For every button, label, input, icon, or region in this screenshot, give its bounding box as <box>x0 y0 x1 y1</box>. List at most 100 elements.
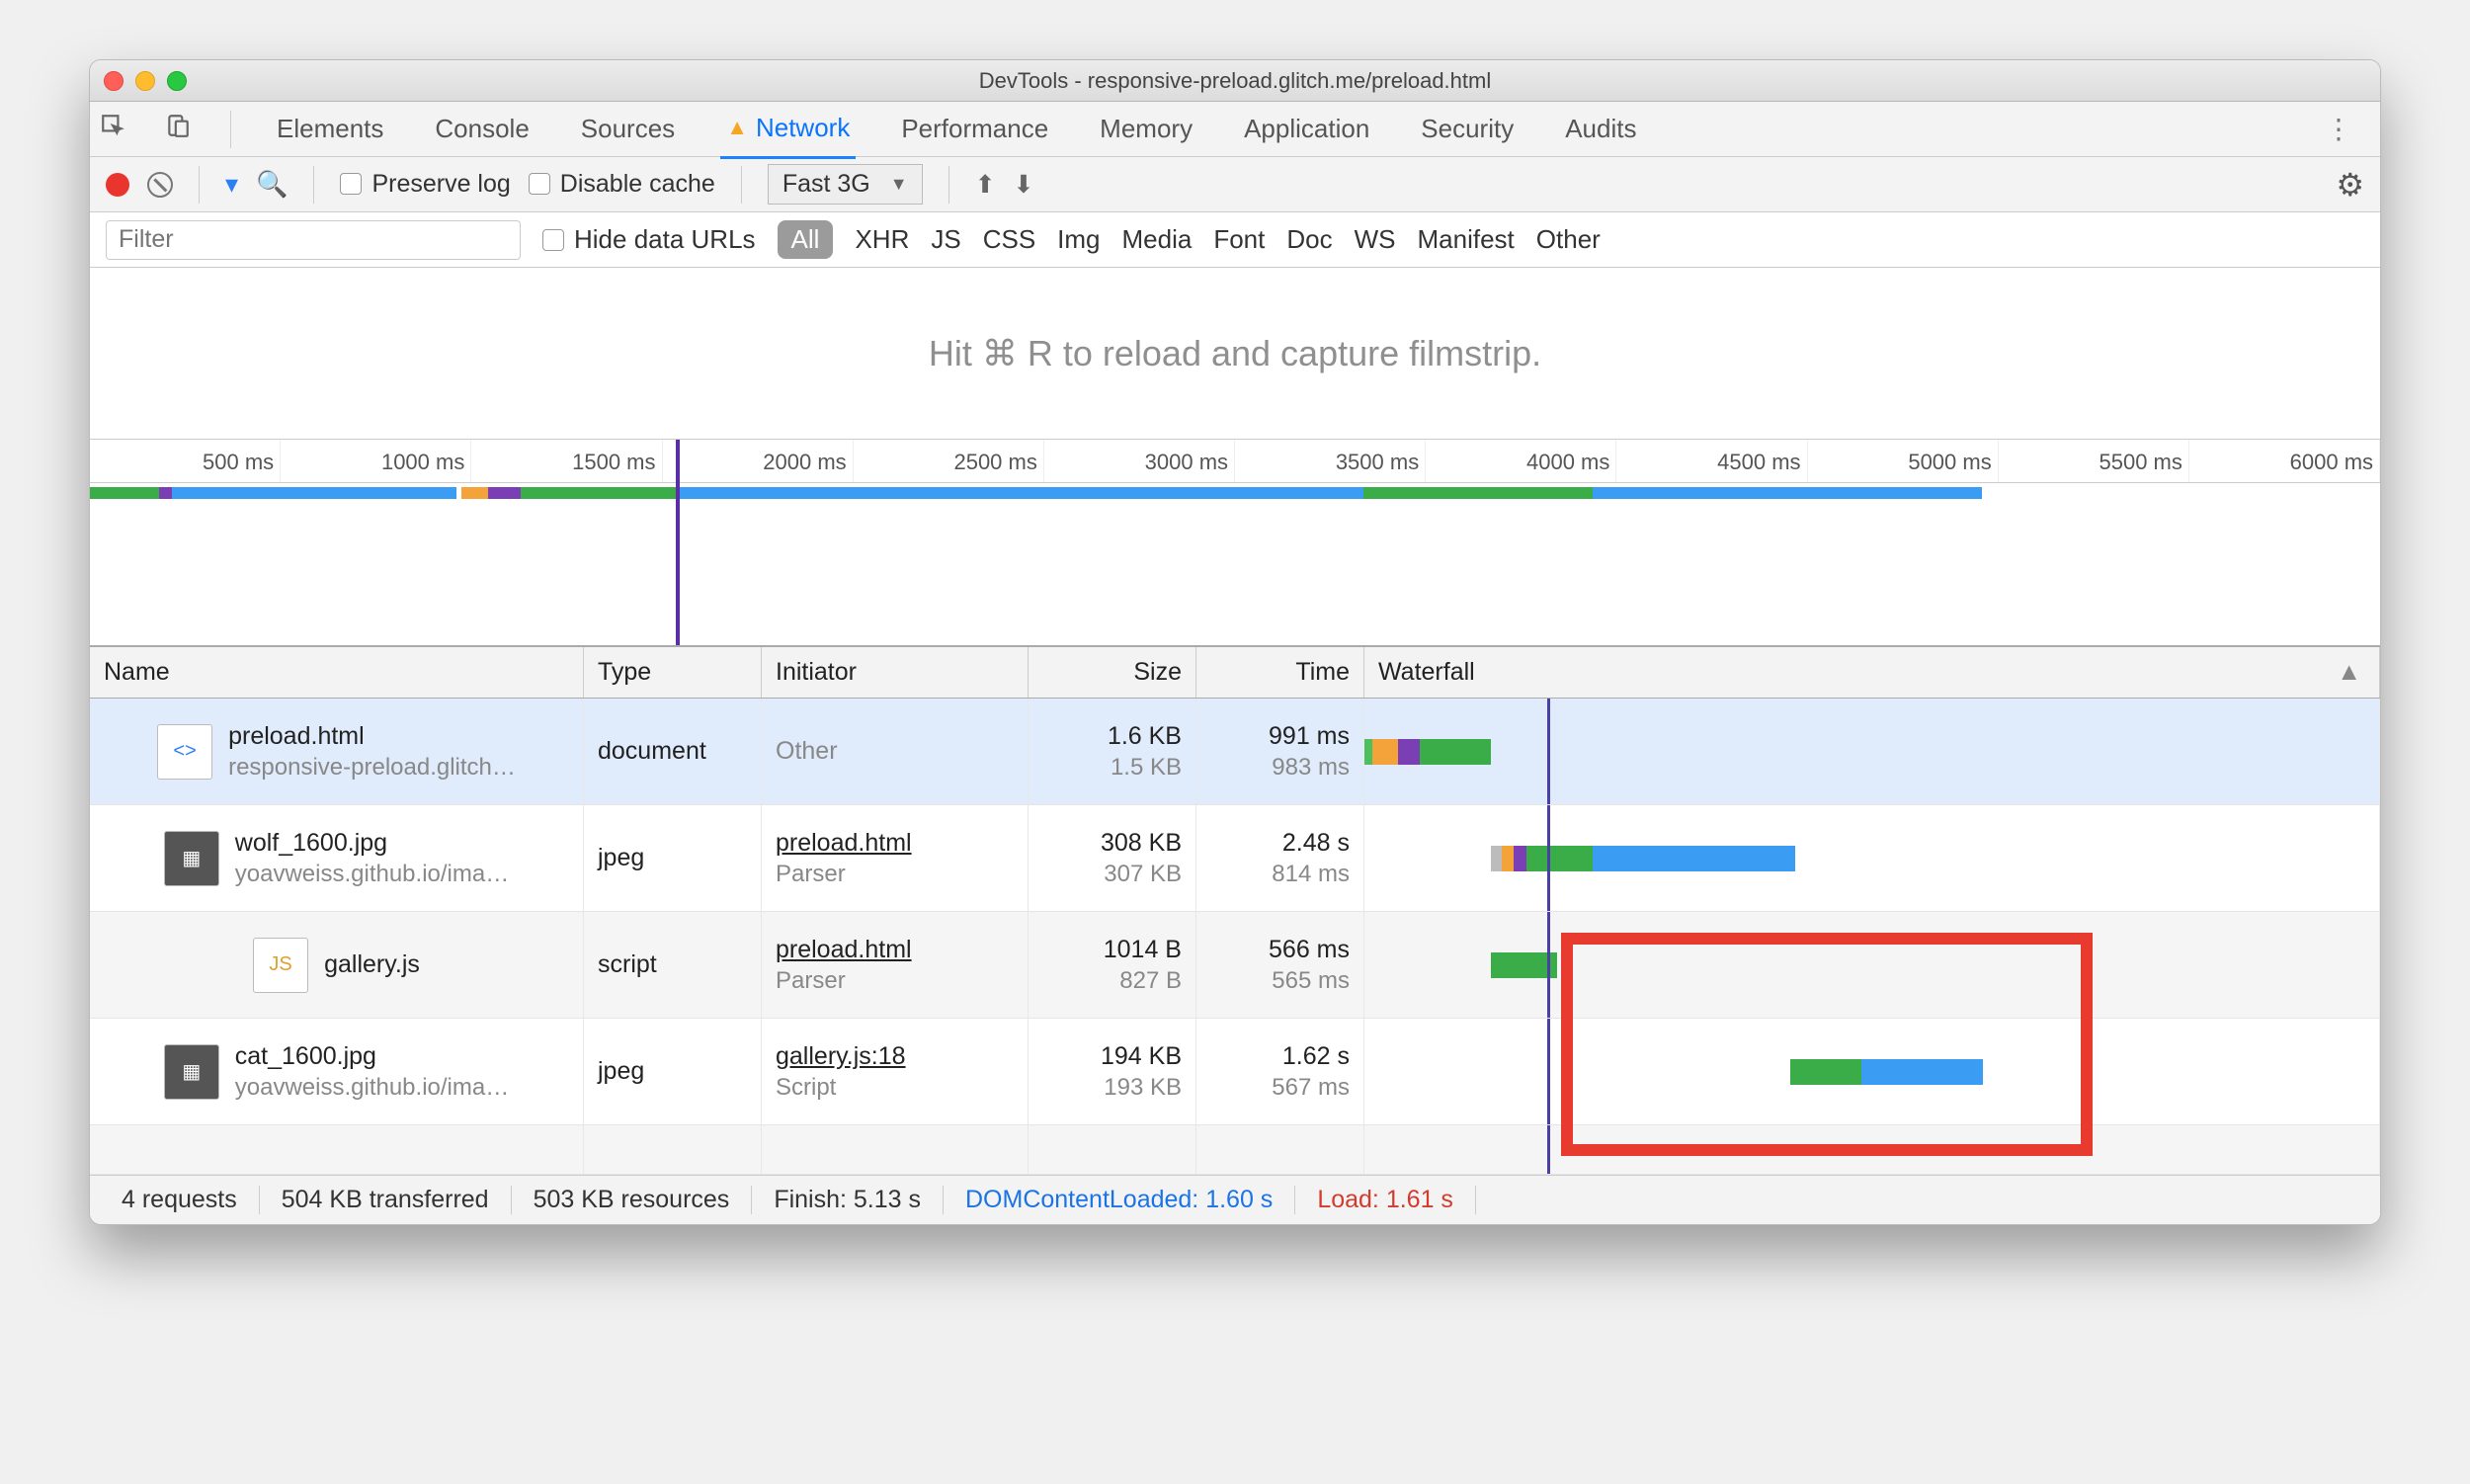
cell-name: <> preload.htmlresponsive-preload.glitch… <box>90 699 584 804</box>
upload-har-icon[interactable]: ⬆ <box>975 170 996 200</box>
checkbox-icon <box>529 173 550 195</box>
overview-bars <box>90 487 2380 503</box>
cell-waterfall <box>1364 699 2380 804</box>
filter-type-all[interactable]: All <box>778 220 834 259</box>
status-requests: 4 requests <box>100 1186 260 1214</box>
cell-waterfall <box>1364 1019 2380 1124</box>
timeline-overview[interactable]: 500 ms 1000 ms 1500 ms 2000 ms 2500 ms 3… <box>90 440 2380 647</box>
waterfall-segment <box>1526 846 1593 871</box>
tab-sources[interactable]: Sources <box>575 104 681 154</box>
filter-type-css[interactable]: CSS <box>983 224 1035 255</box>
tab-memory[interactable]: Memory <box>1094 104 1198 154</box>
cell-initiator: preload.htmlParser <box>762 912 1029 1018</box>
table-row[interactable]: ▦ wolf_1600.jpgyoavweiss.github.io/ima… … <box>90 805 2380 912</box>
column-header-initiator[interactable]: Initiator <box>762 647 1029 698</box>
divider <box>741 166 742 204</box>
load-marker <box>1547 1125 1550 1174</box>
cell-size: 1014 B827 B <box>1029 912 1196 1018</box>
throttling-select[interactable]: Fast 3G▼ <box>768 164 923 205</box>
filter-type-other[interactable]: Other <box>1536 224 1601 255</box>
overview-bar <box>521 487 677 499</box>
devtools-window: DevTools - responsive-preload.glitch.me/… <box>89 59 2381 1225</box>
devtools-tabbar: Elements Console Sources ▲Network Perfor… <box>90 102 2380 157</box>
cell-type: jpeg <box>584 1019 762 1124</box>
filter-input[interactable] <box>106 220 521 260</box>
table-row-empty <box>90 1125 2380 1175</box>
table-row[interactable]: <> preload.htmlresponsive-preload.glitch… <box>90 699 2380 805</box>
cell-initiator: preload.htmlParser <box>762 805 1029 911</box>
minimize-window-button[interactable] <box>135 71 155 91</box>
status-dcl: DOMContentLoaded: 1.60 s <box>944 1186 1295 1214</box>
cell-time: 2.48 s814 ms <box>1196 805 1364 911</box>
overview-bar <box>488 487 520 499</box>
close-window-button[interactable] <box>104 71 124 91</box>
load-marker <box>1547 699 1550 804</box>
waterfall-segment <box>1790 1059 1861 1085</box>
waterfall-segment <box>1514 846 1526 871</box>
table-row[interactable]: JS gallery.js script preload.htmlParser … <box>90 912 2380 1019</box>
more-options-icon[interactable]: ⋮ <box>2307 113 2370 145</box>
tab-console[interactable]: Console <box>429 104 535 154</box>
settings-icon[interactable]: ⚙ <box>2336 166 2364 204</box>
divider <box>313 166 314 204</box>
load-marker <box>1547 1019 1550 1124</box>
filter-type-ws[interactable]: WS <box>1355 224 1396 255</box>
disable-cache-checkbox[interactable]: Disable cache <box>529 170 715 199</box>
tab-audits[interactable]: Audits <box>1559 104 1642 154</box>
filter-type-doc[interactable]: Doc <box>1286 224 1332 255</box>
cell-type: document <box>584 699 762 804</box>
cell-initiator: gallery.js:18Script <box>762 1019 1029 1124</box>
overview-load-marker <box>676 440 680 645</box>
window-controls <box>104 71 187 91</box>
cell-waterfall <box>1364 805 2380 911</box>
filter-type-media[interactable]: Media <box>1122 224 1193 255</box>
tab-performance[interactable]: Performance <box>895 104 1054 154</box>
download-har-icon[interactable]: ⬇ <box>1014 170 1034 200</box>
column-header-time[interactable]: Time <box>1196 647 1364 698</box>
filter-toggle-icon[interactable]: ▾ <box>225 169 238 200</box>
overview-bar <box>1363 487 1593 499</box>
inspect-element-icon[interactable] <box>100 113 125 145</box>
cell-type: script <box>584 912 762 1018</box>
device-toggle-icon[interactable] <box>165 113 191 145</box>
search-icon[interactable]: 🔍 <box>256 169 288 200</box>
column-header-type[interactable]: Type <box>584 647 762 698</box>
checkbox-icon <box>542 229 564 251</box>
tab-network[interactable]: ▲Network <box>720 103 856 159</box>
waterfall-segment <box>1502 846 1514 871</box>
filter-type-xhr[interactable]: XHR <box>855 224 909 255</box>
file-icon: JS <box>253 938 308 993</box>
tab-elements[interactable]: Elements <box>271 104 389 154</box>
cell-size: 1.6 KB1.5 KB <box>1029 699 1196 804</box>
tab-application[interactable]: Application <box>1238 104 1375 154</box>
overview-bar <box>172 487 455 499</box>
overview-bar <box>90 487 159 499</box>
cell-type: jpeg <box>584 805 762 911</box>
chevron-down-icon: ▼ <box>890 174 908 195</box>
hide-data-urls-checkbox[interactable]: Hide data URLs <box>542 224 756 255</box>
maximize-window-button[interactable] <box>167 71 187 91</box>
cell-time: 1.62 s567 ms <box>1196 1019 1364 1124</box>
file-icon: ▦ <box>164 831 219 886</box>
tab-security[interactable]: Security <box>1415 104 1520 154</box>
preserve-log-checkbox[interactable]: Preserve log <box>340 170 510 199</box>
column-header-name[interactable]: Name <box>90 647 584 698</box>
divider <box>199 166 200 204</box>
record-button[interactable] <box>106 173 129 197</box>
overview-bar <box>461 487 489 499</box>
overview-bar <box>676 487 1362 499</box>
cell-time: 991 ms983 ms <box>1196 699 1364 804</box>
column-header-waterfall[interactable]: Waterfall▲ <box>1364 647 2380 698</box>
filter-type-js[interactable]: JS <box>931 224 960 255</box>
cell-time: 566 ms565 ms <box>1196 912 1364 1018</box>
cell-waterfall <box>1364 912 2380 1018</box>
cell-name: ▦ wolf_1600.jpgyoavweiss.github.io/ima… <box>90 805 584 911</box>
clear-button[interactable] <box>147 172 173 198</box>
cell-name: ▦ cat_1600.jpgyoavweiss.github.io/ima… <box>90 1019 584 1124</box>
filter-type-font[interactable]: Font <box>1213 224 1265 255</box>
filter-type-img[interactable]: Img <box>1057 224 1100 255</box>
table-row[interactable]: ▦ cat_1600.jpgyoavweiss.github.io/ima… j… <box>90 1019 2380 1125</box>
filter-type-manifest[interactable]: Manifest <box>1418 224 1515 255</box>
divider <box>948 166 949 204</box>
column-header-size[interactable]: Size <box>1029 647 1196 698</box>
